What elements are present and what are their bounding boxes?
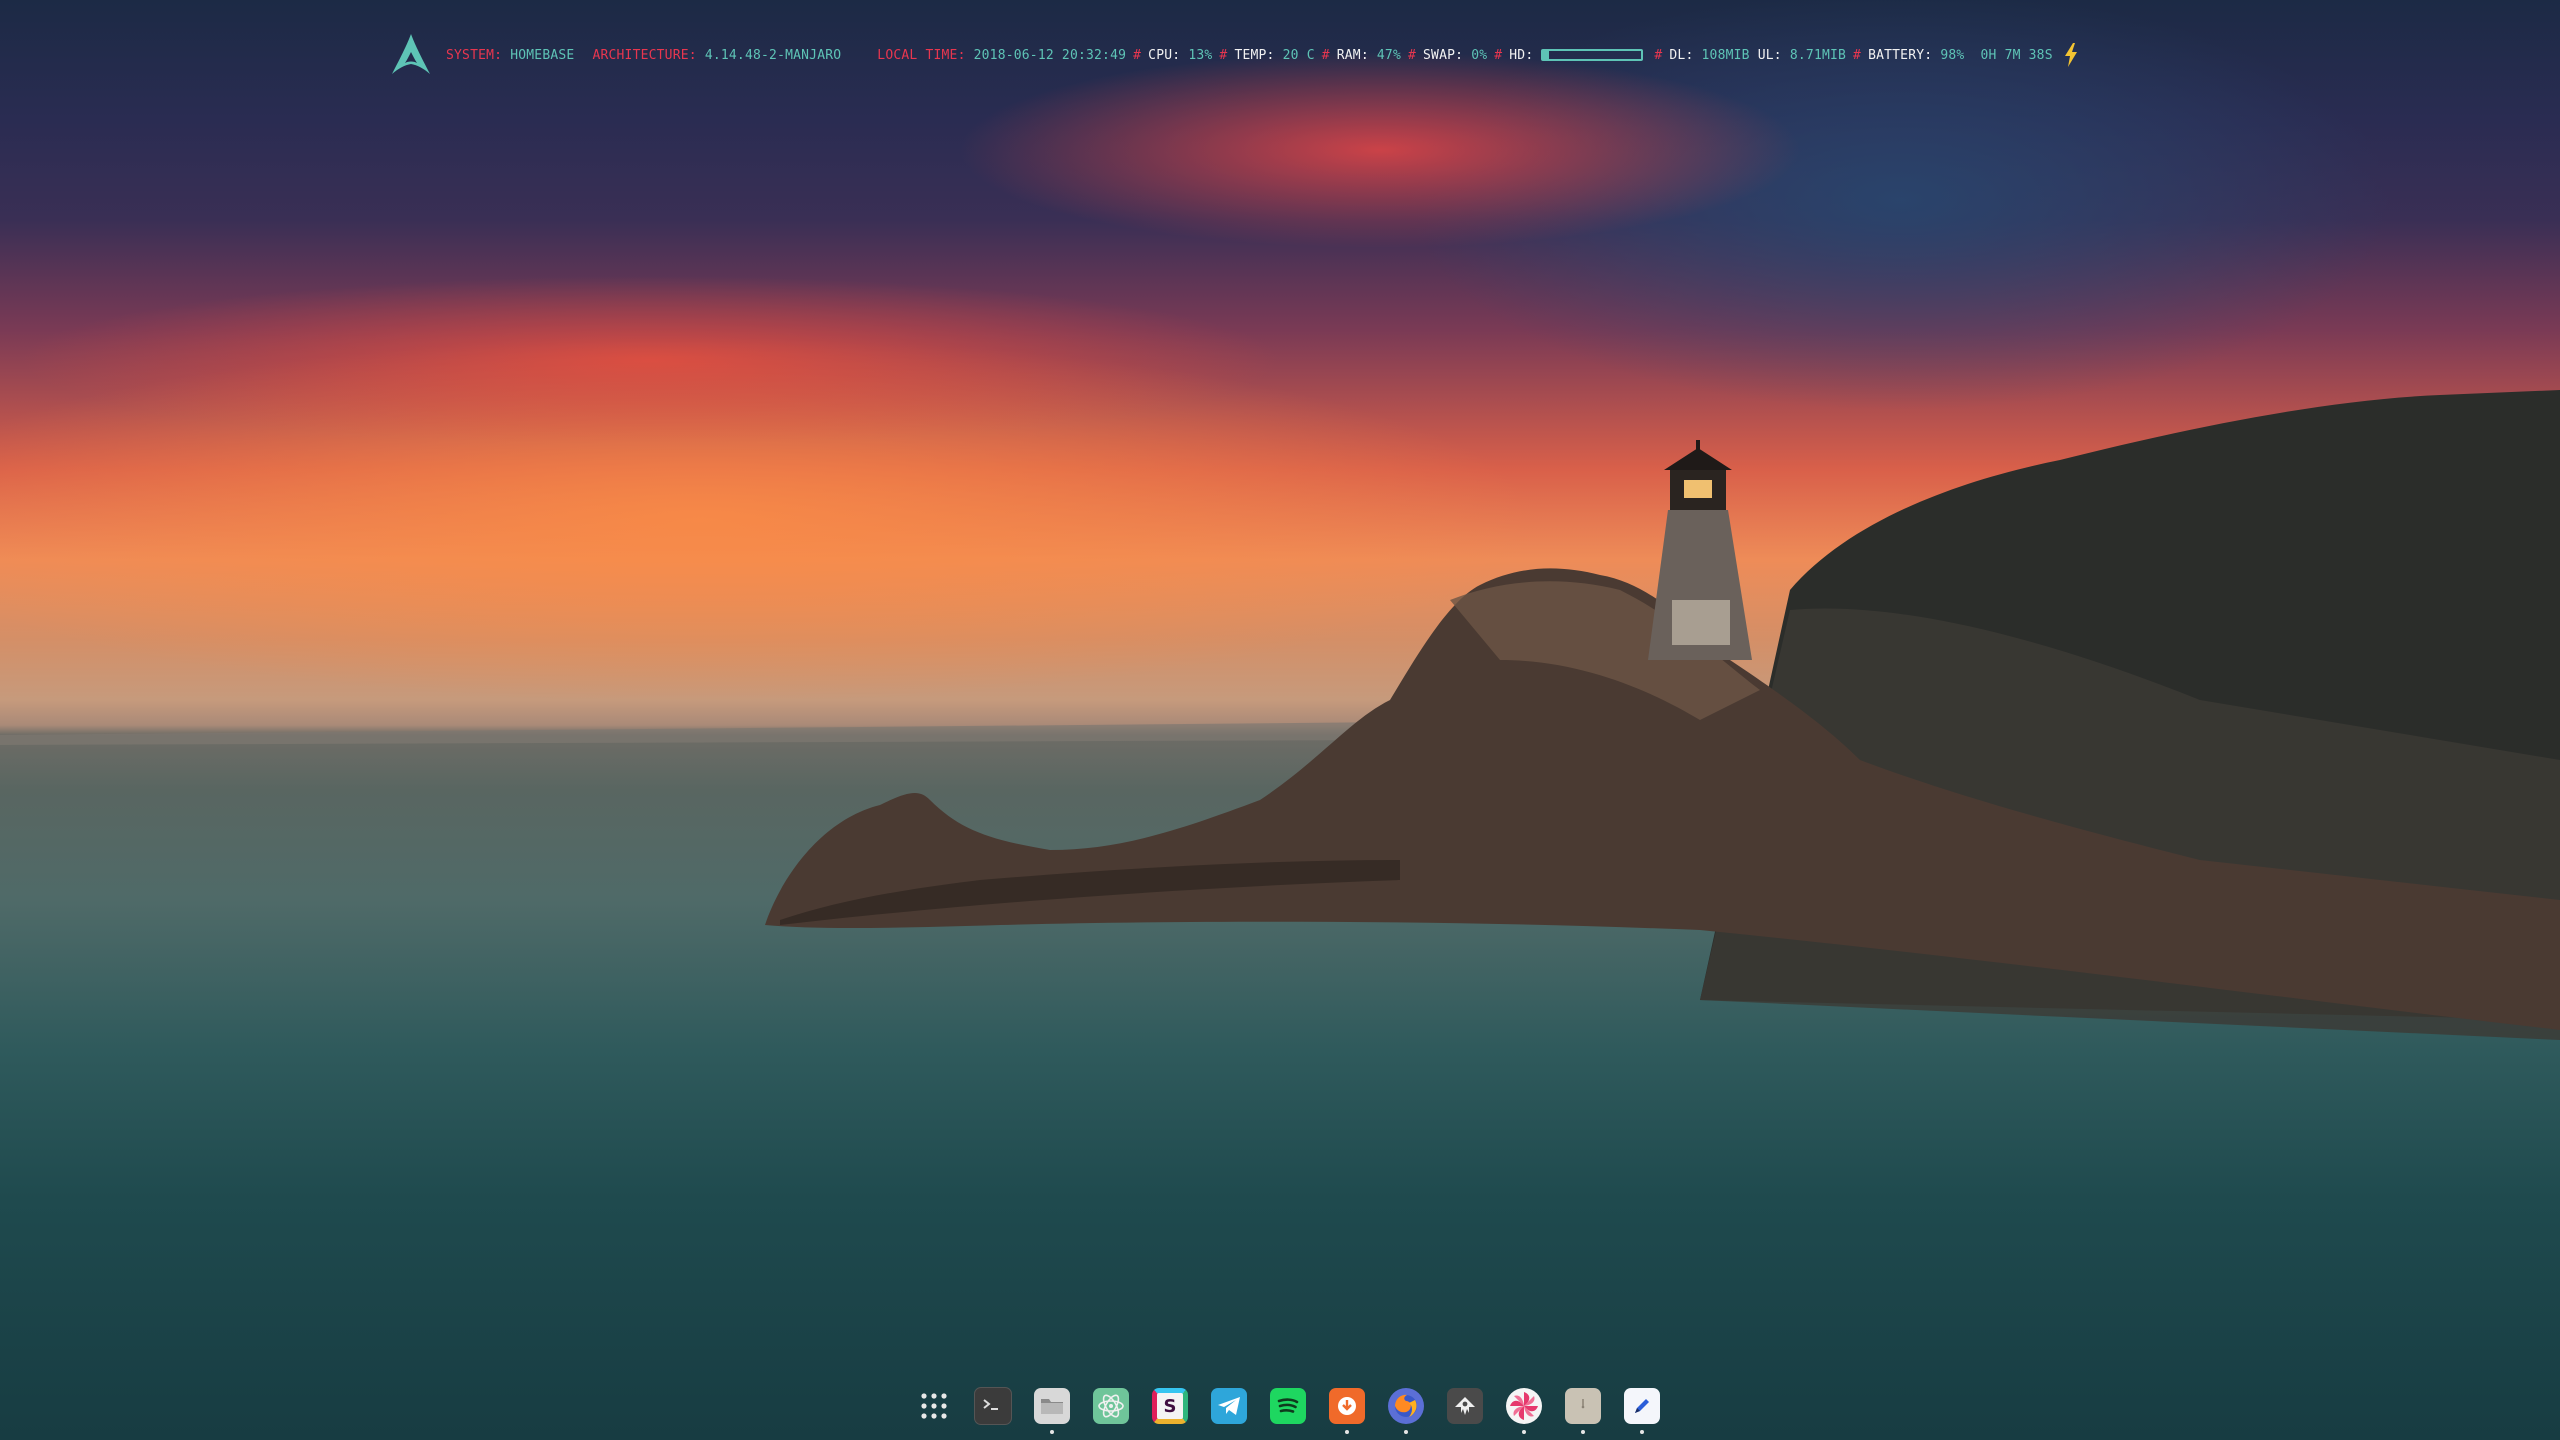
running-indicator bbox=[1640, 1430, 1644, 1434]
application-dock: S bbox=[910, 1382, 1666, 1434]
cpu-label: CPU: bbox=[1148, 47, 1181, 63]
dock-insomnia[interactable] bbox=[1500, 1382, 1548, 1434]
desktop-wallpaper bbox=[0, 0, 2560, 1440]
separator: # bbox=[1494, 47, 1503, 63]
pinwheel-icon bbox=[1506, 1388, 1542, 1424]
swap-label: SWAP: bbox=[1423, 47, 1464, 63]
separator: # bbox=[1853, 47, 1862, 63]
time-value: 2018-06-12 20:32:49 bbox=[973, 47, 1127, 63]
running-indicator bbox=[1345, 1430, 1349, 1434]
dock-app-grid[interactable] bbox=[910, 1382, 958, 1430]
lighthouse-cliff-scene bbox=[0, 390, 2560, 1040]
temp-label: TEMP: bbox=[1234, 47, 1275, 63]
arch-value: 4.14.48-2-MANJARO bbox=[704, 47, 842, 63]
pencil-icon bbox=[1624, 1388, 1660, 1424]
battery-label: BATTERY: bbox=[1868, 47, 1933, 63]
ul-value: 8.71MIB bbox=[1789, 47, 1847, 63]
arch-label: ARCHITECTURE: bbox=[592, 47, 697, 63]
spotify-icon bbox=[1270, 1388, 1306, 1424]
atom-icon bbox=[1093, 1388, 1129, 1424]
telegram-icon bbox=[1211, 1388, 1247, 1424]
dock-spotify[interactable] bbox=[1264, 1382, 1312, 1430]
running-indicator bbox=[1404, 1430, 1408, 1434]
dock-firefox[interactable] bbox=[1382, 1382, 1430, 1434]
ul-label: UL: bbox=[1757, 47, 1782, 63]
clock-icon bbox=[1565, 1388, 1601, 1424]
terminal-icon bbox=[974, 1387, 1012, 1425]
system-label: SYSTEM: bbox=[446, 47, 503, 63]
cpu-value: 13% bbox=[1188, 47, 1213, 63]
running-indicator bbox=[1050, 1430, 1054, 1434]
dock-software-center[interactable] bbox=[1323, 1382, 1371, 1434]
hd-usage-bar bbox=[1541, 49, 1644, 61]
firefox-icon bbox=[1388, 1388, 1424, 1424]
ram-label: RAM: bbox=[1336, 47, 1369, 63]
folder-icon bbox=[1034, 1388, 1070, 1424]
temp-value: 20 C bbox=[1282, 47, 1315, 63]
separator: # bbox=[1219, 47, 1228, 63]
ram-value: 47% bbox=[1376, 47, 1401, 63]
dock-terminal[interactable] bbox=[969, 1382, 1017, 1430]
system-status-bar: SYSTEM: HOMEBASE ARCHITECTURE: 4.14.48-2… bbox=[388, 28, 2079, 82]
separator: # bbox=[1654, 47, 1663, 63]
dock-slack[interactable]: S bbox=[1146, 1382, 1194, 1430]
battery-value: 98% bbox=[1940, 47, 1965, 63]
dock-atom[interactable] bbox=[1087, 1382, 1135, 1430]
inkscape-icon bbox=[1447, 1388, 1483, 1424]
software-center-icon bbox=[1329, 1388, 1365, 1424]
running-indicator bbox=[1522, 1430, 1526, 1434]
dl-label: DL: bbox=[1669, 47, 1694, 63]
dock-inkscape[interactable] bbox=[1441, 1382, 1489, 1430]
dock-text-editor[interactable] bbox=[1618, 1382, 1666, 1434]
separator: # bbox=[1321, 47, 1330, 63]
separator: # bbox=[1407, 47, 1417, 63]
arch-logo-icon bbox=[392, 34, 430, 74]
hd-usage-fill bbox=[1543, 51, 1550, 59]
separator: # bbox=[1133, 47, 1142, 63]
running-indicator bbox=[1581, 1430, 1585, 1434]
swap-value: 0% bbox=[1471, 47, 1488, 63]
dl-value: 108MIB bbox=[1701, 47, 1750, 63]
dock-telegram[interactable] bbox=[1205, 1382, 1253, 1430]
system-value: HOMEBASE bbox=[510, 47, 575, 63]
slack-icon: S bbox=[1152, 1388, 1188, 1424]
dock-clock[interactable] bbox=[1559, 1382, 1607, 1434]
dock-files[interactable] bbox=[1028, 1382, 1076, 1434]
battery-time: 0H 7M 38S bbox=[1980, 47, 2053, 63]
time-label: LOCAL TIME: bbox=[877, 47, 966, 63]
app-grid-icon bbox=[921, 1393, 947, 1419]
hd-label: HD: bbox=[1509, 47, 1534, 63]
lightning-bolt-icon bbox=[2064, 43, 2077, 67]
